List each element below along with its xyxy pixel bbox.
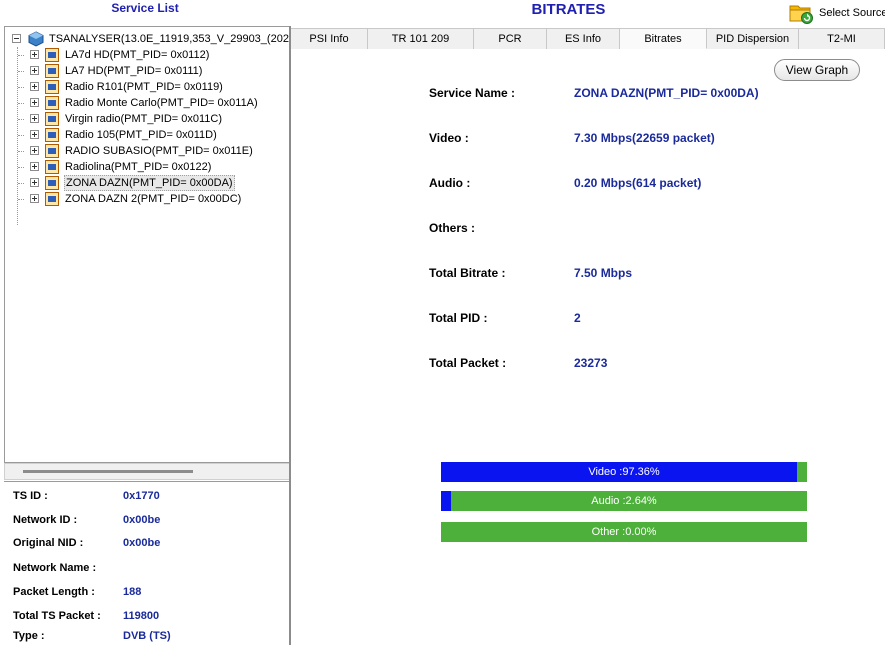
service-tree-item-label: Radio 105(PMT_PID= 0x011D) <box>65 129 217 141</box>
expand-icon[interactable] <box>30 66 39 75</box>
service-icon <box>45 160 59 174</box>
tab-bitrates[interactable]: Bitrates <box>620 28 707 49</box>
tab-es-info[interactable]: ES Info <box>547 28 620 49</box>
service-tree-item-label: Radio R101(PMT_PID= 0x0119) <box>65 81 223 93</box>
service-name-value: ZONA DAZN(PMT_PID= 0x00DA) <box>574 86 759 100</box>
expand-icon[interactable] <box>30 162 39 171</box>
audio-bar-label: Audio :2.64% <box>591 495 657 507</box>
service-icon <box>45 144 59 158</box>
tab-pcr[interactable]: PCR <box>474 28 547 49</box>
packet-length-label: Packet Length : <box>13 586 95 598</box>
expand-icon[interactable] <box>30 178 39 187</box>
audio-value: 0.20 Mbps(614 packet) <box>574 176 702 190</box>
video-bar-label: Video :97.36% <box>588 466 660 478</box>
service-icon <box>45 96 59 110</box>
service-tree-item[interactable]: LA7 HD(PMT_PID= 0x0111) <box>18 63 287 79</box>
expand-icon[interactable] <box>30 82 39 91</box>
other-bitrate-bar: Other :0.00% <box>441 522 807 542</box>
network-id-value: 0x00be <box>123 514 161 526</box>
video-label: Video : <box>429 131 469 145</box>
expand-icon[interactable] <box>30 98 39 107</box>
expand-icon[interactable] <box>30 130 39 139</box>
service-tree[interactable]: TSANALYSER(13.0E_11919,353_V_29903_(2023… <box>4 26 289 463</box>
total-bitrate-value: 7.50 Mbps <box>574 266 633 280</box>
others-label: Others : <box>429 221 476 235</box>
expand-icon[interactable] <box>30 50 39 59</box>
network-id-label: Network ID : <box>13 514 78 526</box>
audio-bitrate-bar: Audio :2.64% <box>441 491 807 511</box>
select-source-label: Select Source <box>819 7 885 19</box>
video-value: 7.30 Mbps(22659 packet) <box>574 131 715 145</box>
tab-bar: PSI Info TR 101 209 PCR ES Info Bitrates… <box>291 28 885 49</box>
total-ts-packet-value: 119800 <box>123 610 160 622</box>
service-tree-item-label: LA7d HD(PMT_PID= 0x0112) <box>65 49 210 61</box>
ts-info-panel: TS ID : 0x1770 Network ID : 0x00be Origi… <box>4 481 289 645</box>
expand-icon[interactable] <box>30 194 39 203</box>
service-tree-item[interactable]: Radio 105(PMT_PID= 0x011D) <box>18 127 287 143</box>
service-icon <box>45 128 59 142</box>
service-icon <box>45 64 59 78</box>
service-tree-item-label: RADIO SUBASIO(PMT_PID= 0x011E) <box>65 145 253 157</box>
packet-length-value: 188 <box>123 586 142 598</box>
service-icon <box>45 48 59 62</box>
service-tree-item[interactable]: ZONA DAZN 2(PMT_PID= 0x00DC) <box>18 191 287 207</box>
total-ts-packet-label: Total TS Packet : <box>13 610 101 622</box>
tab-t2-mi[interactable]: T2-MI <box>799 28 885 49</box>
service-tree-item[interactable]: LA7d HD(PMT_PID= 0x0112) <box>18 47 287 63</box>
service-tree-item[interactable]: RADIO SUBASIO(PMT_PID= 0x011E) <box>18 143 287 159</box>
service-name-label: Service Name : <box>429 86 516 100</box>
total-bitrate-label: Total Bitrate : <box>429 266 506 280</box>
original-nid-value: 0x00be <box>123 537 161 549</box>
service-icon <box>45 112 59 126</box>
service-tree-item-label: Virgin radio(PMT_PID= 0x011C) <box>65 113 223 125</box>
type-value: DVB (TS) <box>123 630 171 642</box>
tree-root[interactable]: TSANALYSER(13.0E_11919,353_V_29903_(2023… <box>12 31 289 47</box>
tab-tr-101-209[interactable]: TR 101 209 <box>368 28 474 49</box>
tab-psi-info[interactable]: PSI Info <box>291 28 368 49</box>
select-source-button[interactable]: Select Source <box>789 2 885 24</box>
view-graph-button[interactable]: View Graph <box>774 59 860 81</box>
total-packet-label: Total Packet : <box>429 356 507 370</box>
service-tree-item[interactable]: ZONA DAZN(PMT_PID= 0x00DA) <box>18 175 287 191</box>
service-tree-item-label: Radiolina(PMT_PID= 0x0122) <box>65 161 212 173</box>
page-title: BITRATES <box>531 1 606 18</box>
service-icon <box>45 176 59 190</box>
tab-pid-dispersion[interactable]: PID Dispersion <box>707 28 799 49</box>
service-tree-item[interactable]: Radio R101(PMT_PID= 0x0119) <box>18 79 287 95</box>
service-tree-item-label: Radio Monte Carlo(PMT_PID= 0x011A) <box>65 97 258 109</box>
service-tree-item[interactable]: Virgin radio(PMT_PID= 0x011C) <box>18 111 287 127</box>
expand-icon[interactable] <box>30 146 39 155</box>
expand-icon[interactable] <box>30 114 39 123</box>
other-bar-label: Other :0.00% <box>591 526 657 538</box>
original-nid-label: Original NID : <box>13 537 84 549</box>
service-icon <box>45 192 59 206</box>
total-pid-label: Total PID : <box>429 311 488 325</box>
transport-stream-icon <box>28 31 44 47</box>
ts-id-value: 0x1770 <box>123 490 160 502</box>
scrollbar-thumb[interactable] <box>23 470 193 473</box>
panel-splitter[interactable] <box>289 26 291 645</box>
service-icon <box>45 80 59 94</box>
type-label: Type : <box>13 630 45 642</box>
ts-id-label: TS ID : <box>13 490 48 502</box>
tree-horizontal-scrollbar[interactable] <box>4 463 289 480</box>
total-packet-value: 23273 <box>574 356 608 370</box>
video-bitrate-bar: Video :97.36% <box>441 462 807 482</box>
service-tree-item-label: ZONA DAZN 2(PMT_PID= 0x00DC) <box>65 193 242 205</box>
service-tree-item-label: LA7 HD(PMT_PID= 0x0111) <box>65 65 203 77</box>
audio-label: Audio : <box>429 176 471 190</box>
folder-refresh-icon <box>789 5 813 24</box>
service-list-title: Service List <box>111 1 179 15</box>
service-tree-item[interactable]: Radio Monte Carlo(PMT_PID= 0x011A) <box>18 95 287 111</box>
collapse-icon[interactable] <box>12 34 21 43</box>
service-tree-item-label: ZONA DAZN(PMT_PID= 0x00DA) <box>64 175 235 191</box>
network-name-label: Network Name : <box>13 562 97 574</box>
total-pid-value: 2 <box>574 311 581 325</box>
service-tree-item[interactable]: Radiolina(PMT_PID= 0x0122) <box>18 159 287 175</box>
tree-root-label: TSANALYSER(13.0E_11919,353_V_29903_(2023… <box>49 33 289 45</box>
